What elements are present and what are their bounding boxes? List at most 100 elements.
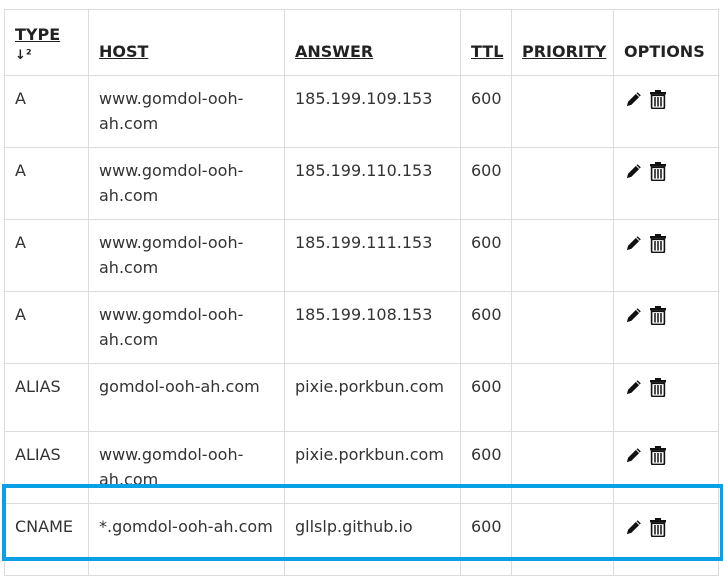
table-row: ALIAS gomdol-ooh-ah.com pixie.porkbun.co…	[4, 363, 719, 432]
cell-ttl: 600	[460, 503, 512, 576]
record-host: gomdol-ooh-ah.com	[99, 377, 260, 396]
column-header-type-label[interactable]: TYPE	[15, 25, 60, 44]
sort-ascending-icon[interactable]: ↓²	[15, 48, 80, 64]
table-row: A www.gomdol-ooh-ah.com 185.199.109.153 …	[4, 75, 719, 148]
cell-type: ALIAS	[4, 363, 89, 432]
cell-host: gomdol-ooh-ah.com	[88, 363, 285, 432]
cell-host: www.gomdol-ooh-ah.com	[88, 75, 285, 148]
pencil-icon[interactable]	[624, 517, 644, 537]
cell-host: www.gomdol-ooh-ah.com	[88, 431, 285, 504]
cell-ttl: 600	[460, 363, 512, 432]
record-ttl: 600	[471, 445, 502, 464]
cell-options	[613, 219, 719, 292]
table-row: A www.gomdol-ooh-ah.com 185.199.111.153 …	[4, 219, 719, 292]
record-type: ALIAS	[15, 445, 61, 464]
column-header-options: OPTIONS	[613, 9, 719, 76]
table-row: A www.gomdol-ooh-ah.com 185.199.108.153 …	[4, 291, 719, 364]
record-ttl: 600	[471, 161, 502, 180]
record-host: *.gomdol-ooh-ah.com	[99, 517, 273, 536]
cell-priority	[511, 219, 614, 292]
pencil-icon[interactable]	[624, 89, 644, 109]
cell-options	[613, 75, 719, 148]
cell-answer: 185.199.109.153	[284, 75, 461, 148]
pencil-icon[interactable]	[624, 305, 644, 325]
column-header-options-label: OPTIONS	[624, 42, 705, 61]
record-host: www.gomdol-ooh-ah.com	[99, 233, 244, 277]
record-ttl: 600	[471, 233, 502, 252]
cell-answer: 185.199.110.153	[284, 147, 461, 220]
cell-answer: 185.199.111.153	[284, 219, 461, 292]
record-type: CNAME	[15, 517, 73, 536]
column-header-answer[interactable]: ANSWER	[284, 9, 461, 76]
cell-answer: pixie.porkbun.com	[284, 431, 461, 504]
table-body: A www.gomdol-ooh-ah.com 185.199.109.153 …	[4, 75, 719, 576]
cell-type: A	[4, 75, 89, 148]
cell-priority	[511, 75, 614, 148]
cell-options	[613, 147, 719, 220]
record-host: www.gomdol-ooh-ah.com	[99, 445, 244, 489]
cell-priority	[511, 363, 614, 432]
cell-answer: 185.199.108.153	[284, 291, 461, 364]
cell-answer: gllslp.github.io	[284, 503, 461, 576]
cell-type: A	[4, 147, 89, 220]
trash-icon[interactable]	[649, 445, 667, 465]
table-row: A www.gomdol-ooh-ah.com 185.199.110.153 …	[4, 147, 719, 220]
cell-host: *.gomdol-ooh-ah.com	[88, 503, 285, 576]
column-header-answer-label[interactable]: ANSWER	[295, 42, 373, 61]
header-row: TYPE ↓² HOST ANSWER TTL PRIORITY OPTIONS	[4, 9, 719, 76]
record-host: www.gomdol-ooh-ah.com	[99, 89, 244, 133]
record-type: A	[15, 305, 26, 324]
pencil-icon[interactable]	[624, 233, 644, 253]
trash-icon[interactable]	[649, 377, 667, 397]
table-header: TYPE ↓² HOST ANSWER TTL PRIORITY OPTIONS	[4, 9, 719, 76]
column-header-host-label[interactable]: HOST	[99, 42, 148, 61]
cell-ttl: 600	[460, 291, 512, 364]
record-ttl: 600	[471, 305, 502, 324]
cell-options	[613, 503, 719, 576]
record-answer: 185.199.108.153	[295, 305, 433, 324]
pencil-icon[interactable]	[624, 377, 644, 397]
cell-type: A	[4, 219, 89, 292]
record-type: A	[15, 161, 26, 180]
column-header-ttl-label[interactable]: TTL	[471, 42, 503, 61]
trash-icon[interactable]	[649, 517, 667, 537]
record-answer: 185.199.109.153	[295, 89, 433, 108]
cell-priority	[511, 291, 614, 364]
pencil-icon[interactable]	[624, 445, 644, 465]
record-type: A	[15, 89, 26, 108]
trash-icon[interactable]	[649, 233, 667, 253]
pencil-icon[interactable]	[624, 161, 644, 181]
cell-priority	[511, 431, 614, 504]
record-ttl: 600	[471, 89, 502, 108]
cell-ttl: 600	[460, 75, 512, 148]
cell-host: www.gomdol-ooh-ah.com	[88, 147, 285, 220]
record-host: www.gomdol-ooh-ah.com	[99, 305, 244, 349]
cell-ttl: 600	[460, 147, 512, 220]
cell-options	[613, 431, 719, 504]
cell-options	[613, 291, 719, 364]
cell-priority	[511, 147, 614, 220]
column-header-host[interactable]: HOST	[88, 9, 285, 76]
column-header-priority[interactable]: PRIORITY	[511, 9, 614, 76]
record-type: A	[15, 233, 26, 252]
column-header-ttl[interactable]: TTL	[460, 9, 512, 76]
trash-icon[interactable]	[649, 161, 667, 181]
cell-type: ALIAS	[4, 431, 89, 504]
cell-ttl: 600	[460, 431, 512, 504]
column-header-type[interactable]: TYPE ↓²	[4, 9, 89, 76]
column-header-priority-label[interactable]: PRIORITY	[522, 42, 606, 61]
record-answer: pixie.porkbun.com	[295, 445, 444, 464]
record-host: www.gomdol-ooh-ah.com	[99, 161, 244, 205]
record-answer: pixie.porkbun.com	[295, 377, 444, 396]
record-answer: gllslp.github.io	[295, 517, 413, 536]
record-ttl: 600	[471, 377, 502, 396]
table-row: CNAME *.gomdol-ooh-ah.com gllslp.github.…	[4, 503, 719, 576]
cell-host: www.gomdol-ooh-ah.com	[88, 219, 285, 292]
cell-ttl: 600	[460, 219, 512, 292]
trash-icon[interactable]	[649, 89, 667, 109]
table-row: ALIAS www.gomdol-ooh-ah.com pixie.porkbu…	[4, 431, 719, 504]
record-ttl: 600	[471, 517, 502, 536]
cell-type: A	[4, 291, 89, 364]
cell-type: CNAME	[4, 503, 89, 576]
trash-icon[interactable]	[649, 305, 667, 325]
